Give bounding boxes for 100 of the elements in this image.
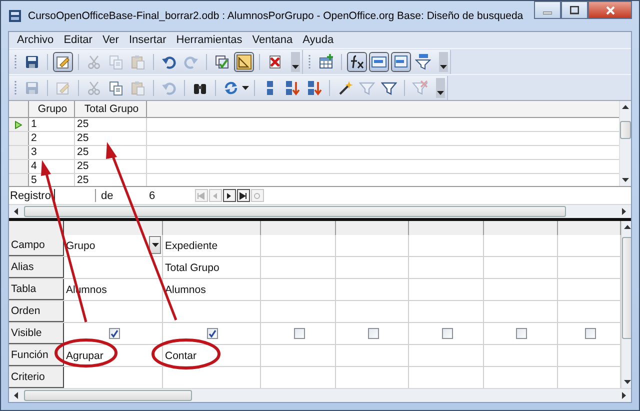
filter-icon	[359, 80, 375, 96]
checkbox[interactable]	[516, 328, 527, 339]
row-label: Campo	[9, 235, 64, 256]
scroll-down-icon	[624, 380, 631, 384]
distinct-button[interactable]	[391, 52, 411, 72]
caret-icon	[152, 243, 158, 247]
scrollbar-thumb[interactable]	[24, 390, 192, 401]
row-label: Tabla	[9, 279, 64, 300]
caret-icon	[440, 64, 447, 68]
table-cell[interactable]: Alumnos	[165, 284, 206, 296]
menu-item[interactable]: Ventana	[247, 34, 298, 46]
delete-icon	[267, 54, 283, 70]
scroll-up-icon	[624, 225, 631, 229]
refresh-icon	[223, 80, 239, 96]
vertical-scrollbar[interactable]	[619, 101, 631, 186]
previous-icon	[211, 192, 220, 200]
app-icon	[8, 9, 22, 23]
toolbar-overflow-button[interactable]	[436, 78, 445, 98]
run-query-icon	[214, 54, 230, 70]
copy-icon	[108, 54, 124, 70]
toolbar-overflow-button[interactable]	[291, 52, 300, 72]
table-cell: 1	[29, 118, 75, 131]
scroll-down-icon	[622, 178, 629, 182]
next-icon	[225, 192, 234, 200]
paste-icon	[130, 54, 146, 70]
toolbar-grip	[308, 52, 311, 70]
of-label: de	[100, 190, 114, 202]
filter-icon	[381, 80, 397, 96]
scroll-right-icon	[622, 392, 626, 399]
menu-item[interactable]: Herramientas	[171, 34, 248, 46]
table-cell[interactable]: Agrupar	[66, 350, 104, 362]
record-field[interactable]	[54, 189, 96, 202]
checkbox[interactable]	[207, 328, 218, 339]
horizontal-scrollbar[interactable]	[9, 204, 631, 218]
edit-icon	[55, 80, 71, 96]
close-button[interactable]	[588, 1, 632, 19]
window-title: CursoOpenOfficeBase-Final_borrar2.odb : AlumnosPorGrupo - OpenOffice.org Base: Diseño de busqueda	[28, 10, 524, 22]
table-cell: 25	[75, 160, 147, 173]
row-label: Visible	[9, 323, 64, 344]
design-view-button[interactable]	[234, 52, 254, 72]
checkbox[interactable]	[584, 328, 596, 339]
menu-item[interactable]: Ver	[97, 34, 124, 46]
horizontal-scrollbar[interactable]	[9, 388, 631, 402]
table-cell: 2	[29, 132, 75, 145]
toolbar-overflow-button[interactable]	[439, 52, 448, 72]
add-table-icon	[318, 54, 334, 70]
row-label: Alias	[9, 257, 64, 278]
caret-icon	[292, 64, 299, 68]
menu-item[interactable]: Archivo	[12, 34, 59, 46]
undo-icon	[161, 54, 177, 70]
scroll-left-icon	[14, 392, 18, 399]
caret-icon	[437, 90, 444, 94]
function-button[interactable]	[347, 52, 367, 72]
checkbox[interactable]	[108, 328, 120, 339]
menu-item[interactable]: Insertar	[124, 34, 172, 46]
scrollbar-thumb[interactable]	[620, 120, 631, 138]
last-icon	[239, 192, 248, 200]
checkbox[interactable]	[294, 328, 304, 339]
minimize-button[interactable]	[534, 1, 561, 19]
scrollbar-thumb[interactable]	[24, 206, 566, 217]
first-icon	[197, 192, 206, 200]
scroll-left-icon	[14, 208, 18, 215]
restore-icon	[570, 6, 579, 14]
row-label: Función	[9, 345, 64, 366]
remove-filter-icon	[412, 80, 428, 96]
current-row-icon	[15, 120, 22, 128]
sort-ascending-icon	[284, 80, 300, 96]
next-record-button[interactable]	[222, 189, 236, 202]
new-icon	[253, 192, 262, 200]
limit-icon	[415, 54, 431, 70]
record-count: 6	[148, 190, 156, 202]
scroll-right-icon	[622, 208, 626, 215]
alias-button[interactable]	[369, 52, 389, 72]
copy-icon	[108, 80, 124, 96]
restore-button[interactable]	[561, 1, 588, 19]
dropdown-arrow-icon	[242, 86, 249, 90]
scrollbar-thumb[interactable]	[622, 236, 631, 338]
last-record-button[interactable]	[236, 189, 250, 202]
vertical-scrollbar[interactable]	[621, 221, 631, 388]
save-icon	[24, 54, 40, 70]
table-cell: 3	[29, 146, 75, 159]
field-cell[interactable]: Expediente	[163, 235, 261, 256]
function-icon	[349, 54, 365, 70]
checkbox[interactable]	[368, 328, 378, 339]
cut-icon	[86, 54, 102, 70]
table-cell: 25	[75, 118, 147, 131]
close-icon	[606, 6, 614, 14]
scroll-up-icon	[622, 105, 629, 109]
menu-item[interactable]: Editar	[58, 34, 98, 46]
menu-item[interactable]: Ayuda	[298, 34, 339, 46]
limit-button[interactable]	[413, 52, 433, 72]
field-cell[interactable]: Grupo	[64, 235, 163, 256]
record-label: Registro	[9, 190, 52, 202]
save-icon	[24, 80, 40, 96]
table-cell[interactable]: Total Grupo	[165, 262, 220, 274]
checkbox[interactable]	[442, 328, 452, 339]
edit-icon	[55, 54, 71, 70]
table-cell[interactable]: Contar	[165, 350, 197, 362]
edit-button[interactable]	[53, 52, 73, 72]
dropdown-button[interactable]	[149, 236, 161, 254]
